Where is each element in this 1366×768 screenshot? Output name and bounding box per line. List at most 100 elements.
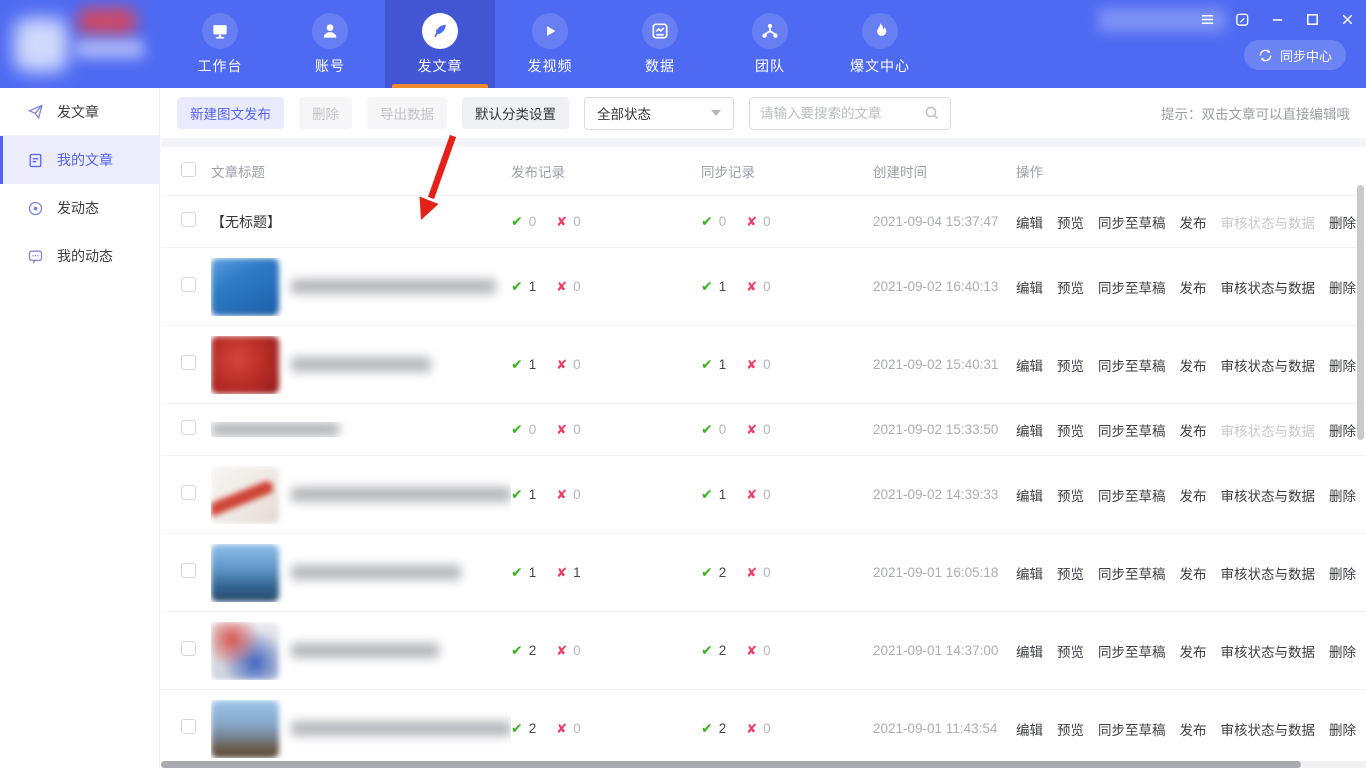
delete-button[interactable]: 删除 xyxy=(299,97,352,129)
select-all-checkbox[interactable] xyxy=(181,162,196,177)
default-category-button[interactable]: 默认分类设置 xyxy=(462,97,569,129)
sidebar-item-paper-plane[interactable]: 发文章 xyxy=(0,88,159,136)
article-title-cell[interactable] xyxy=(211,621,511,680)
article-title-cell[interactable] xyxy=(211,543,511,602)
table-row[interactable]: ✔ 1 ✘ 0 ✔ 1 ✘ 0 2021-09-02 15:40:31 编辑 预… xyxy=(161,325,1366,403)
action-publish[interactable]: 发布 xyxy=(1180,355,1207,375)
status-filter-select[interactable]: 全部状态 xyxy=(584,96,734,130)
tab-chart[interactable]: 数据 xyxy=(605,0,715,88)
minimize-icon[interactable] xyxy=(1268,10,1286,28)
action-publish[interactable]: 发布 xyxy=(1180,420,1207,440)
action-review-status-data[interactable]: 审核状态与数据 xyxy=(1221,212,1316,232)
table-row[interactable]: ✔ 0 ✘ 0 ✔ 0 ✘ 0 2021-09-02 15:33:50 编辑 预… xyxy=(161,403,1366,455)
action-delete[interactable]: 删除 xyxy=(1329,420,1356,440)
table-row[interactable]: ✔ 1 ✘ 1 ✔ 2 ✘ 0 2021-09-01 16:05:18 编辑 预… xyxy=(161,533,1366,611)
action-edit[interactable]: 编辑 xyxy=(1016,719,1043,739)
action-preview[interactable]: 预览 xyxy=(1057,719,1084,739)
sidebar-item-disc[interactable]: 发动态 xyxy=(0,184,159,232)
sync-center-button[interactable]: 同步中心 xyxy=(1243,40,1346,70)
action-edit[interactable]: 编辑 xyxy=(1016,420,1043,440)
row-checkbox[interactable] xyxy=(181,640,196,656)
action-preview[interactable]: 预览 xyxy=(1057,563,1084,583)
article-title-cell[interactable] xyxy=(211,257,511,316)
row-checkbox[interactable] xyxy=(181,484,196,500)
action-publish[interactable]: 发布 xyxy=(1180,719,1207,739)
row-checkbox[interactable] xyxy=(181,562,196,578)
feedback-icon[interactable] xyxy=(1233,10,1251,28)
action-preview[interactable]: 预览 xyxy=(1057,277,1084,297)
action-review-status-data[interactable]: 审核状态与数据 xyxy=(1221,641,1316,661)
menu-icon[interactable] xyxy=(1198,10,1216,28)
action-review-status-data[interactable]: 审核状态与数据 xyxy=(1221,355,1316,375)
export-data-button[interactable]: 导出数据 xyxy=(367,97,447,129)
tab-team[interactable]: 团队 xyxy=(715,0,825,88)
maximize-icon[interactable] xyxy=(1303,10,1321,28)
action-edit[interactable]: 编辑 xyxy=(1016,563,1043,583)
article-title-cell[interactable]: 【无标题】 xyxy=(211,212,511,232)
close-icon[interactable] xyxy=(1338,10,1356,28)
article-title-cell[interactable] xyxy=(211,335,511,394)
action-publish[interactable]: 发布 xyxy=(1180,641,1207,661)
action-sync-to-draft[interactable]: 同步至草稿 xyxy=(1098,212,1166,232)
tab-user[interactable]: 账号 xyxy=(275,0,385,88)
tab-play[interactable]: 发视频 xyxy=(495,0,605,88)
horizontal-scrollbar-thumb[interactable] xyxy=(161,761,1301,768)
action-edit[interactable]: 编辑 xyxy=(1016,641,1043,661)
action-delete[interactable]: 删除 xyxy=(1329,212,1356,232)
action-delete[interactable]: 删除 xyxy=(1329,355,1356,375)
action-review-status-data[interactable]: 审核状态与数据 xyxy=(1221,485,1316,505)
row-checkbox[interactable] xyxy=(181,419,196,435)
action-preview[interactable]: 预览 xyxy=(1057,212,1084,232)
action-delete[interactable]: 删除 xyxy=(1329,277,1356,297)
action-edit[interactable]: 编辑 xyxy=(1016,355,1043,375)
action-publish[interactable]: 发布 xyxy=(1180,277,1207,297)
new-article-button[interactable]: 新建图文发布 xyxy=(177,97,284,129)
table-row[interactable]: ✔ 1 ✘ 0 ✔ 1 ✘ 0 2021-09-02 16:40:13 编辑 预… xyxy=(161,247,1366,325)
row-checkbox[interactable] xyxy=(181,276,196,292)
action-delete[interactable]: 删除 xyxy=(1329,641,1356,661)
tab-flame[interactable]: 爆文中心 xyxy=(825,0,935,88)
search-icon[interactable] xyxy=(924,105,940,121)
search-input[interactable] xyxy=(760,105,924,121)
action-sync-to-draft[interactable]: 同步至草稿 xyxy=(1098,420,1166,440)
action-delete[interactable]: 删除 xyxy=(1329,563,1356,583)
action-sync-to-draft[interactable]: 同步至草稿 xyxy=(1098,355,1166,375)
action-review-status-data[interactable]: 审核状态与数据 xyxy=(1221,420,1316,440)
action-sync-to-draft[interactable]: 同步至草稿 xyxy=(1098,563,1166,583)
action-sync-to-draft[interactable]: 同步至草稿 xyxy=(1098,719,1166,739)
row-checkbox[interactable] xyxy=(181,718,196,734)
action-sync-to-draft[interactable]: 同步至草稿 xyxy=(1098,485,1166,505)
article-title-cell[interactable] xyxy=(211,465,511,524)
table-row[interactable]: ✔ 2 ✘ 0 ✔ 2 ✘ 0 2021-09-01 14:37:00 编辑 预… xyxy=(161,611,1366,689)
action-review-status-data[interactable]: 审核状态与数据 xyxy=(1221,719,1316,739)
vertical-scrollbar-thumb[interactable] xyxy=(1357,185,1364,440)
action-publish[interactable]: 发布 xyxy=(1180,212,1207,232)
sync-fail-count: 0 xyxy=(763,643,771,658)
action-preview[interactable]: 预览 xyxy=(1057,420,1084,440)
action-delete[interactable]: 删除 xyxy=(1329,719,1356,739)
sidebar-item-chat[interactable]: 我的动态 xyxy=(0,232,159,280)
action-edit[interactable]: 编辑 xyxy=(1016,485,1043,505)
table-row[interactable]: 【无标题】 ✔ 0 ✘ 0 ✔ 0 ✘ 0 2021-09-04 15:37:4… xyxy=(161,195,1366,247)
action-review-status-data[interactable]: 审核状态与数据 xyxy=(1221,277,1316,297)
table-row[interactable]: ✔ 2 ✘ 0 ✔ 2 ✘ 0 2021-09-01 11:43:54 编辑 预… xyxy=(161,689,1366,767)
action-publish[interactable]: 发布 xyxy=(1180,563,1207,583)
table-row[interactable]: ✔ 1 ✘ 0 ✔ 1 ✘ 0 2021-09-02 14:39:33 编辑 预… xyxy=(161,455,1366,533)
article-title-cell[interactable] xyxy=(211,699,511,758)
action-publish[interactable]: 发布 xyxy=(1180,485,1207,505)
action-preview[interactable]: 预览 xyxy=(1057,355,1084,375)
action-edit[interactable]: 编辑 xyxy=(1016,212,1043,232)
action-delete[interactable]: 删除 xyxy=(1329,485,1356,505)
row-checkbox[interactable] xyxy=(181,354,196,370)
action-review-status-data[interactable]: 审核状态与数据 xyxy=(1221,563,1316,583)
sidebar-item-document[interactable]: 我的文章 xyxy=(0,136,159,184)
action-sync-to-draft[interactable]: 同步至草稿 xyxy=(1098,277,1166,297)
action-preview[interactable]: 预览 xyxy=(1057,485,1084,505)
action-sync-to-draft[interactable]: 同步至草稿 xyxy=(1098,641,1166,661)
tab-feather[interactable]: 发文章 xyxy=(385,0,495,88)
tab-monitor[interactable]: 工作台 xyxy=(165,0,275,88)
action-preview[interactable]: 预览 xyxy=(1057,641,1084,661)
article-title-cell[interactable] xyxy=(211,422,511,437)
row-checkbox[interactable] xyxy=(181,211,196,227)
action-edit[interactable]: 编辑 xyxy=(1016,277,1043,297)
